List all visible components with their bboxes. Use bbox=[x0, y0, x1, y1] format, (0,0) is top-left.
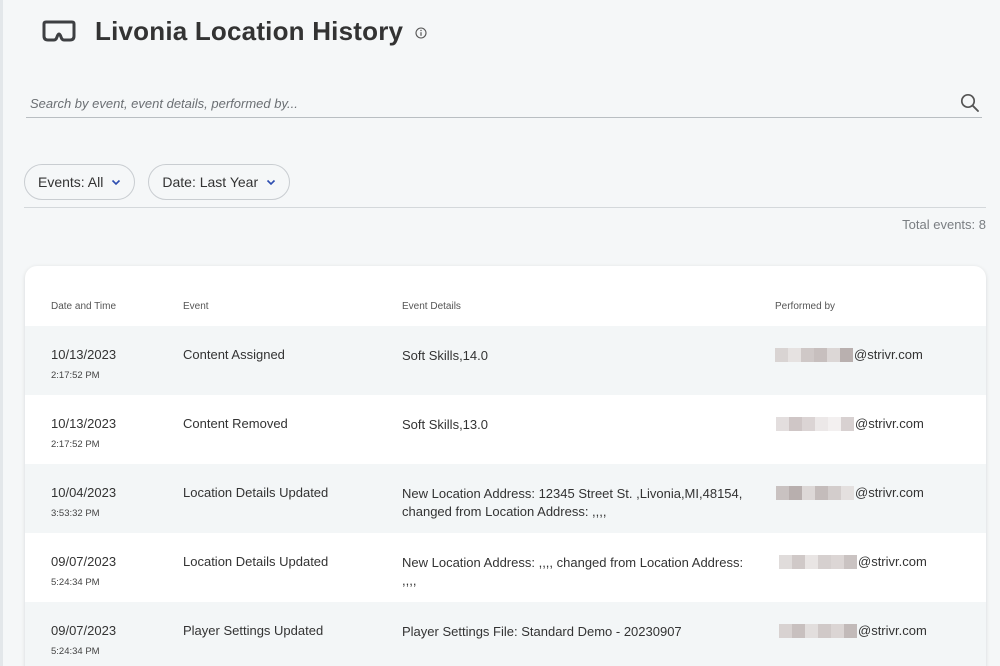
row-performed-by: @strivr.com bbox=[776, 416, 924, 431]
table-header: Date and Time Event Event Details Perfor… bbox=[25, 266, 986, 326]
row-performed-by: @strivr.com bbox=[775, 347, 923, 362]
row-time: 2:17:52 PM bbox=[51, 370, 100, 381]
search-input[interactable] bbox=[26, 90, 946, 117]
column-header-date: Date and Time bbox=[51, 301, 117, 312]
performed-by-email: @strivr.com bbox=[858, 554, 927, 569]
redacted-username bbox=[776, 485, 854, 500]
row-event: Location Details Updated bbox=[183, 485, 329, 500]
page-header: Livonia Location History bbox=[42, 14, 429, 48]
row-event: Content Assigned bbox=[183, 347, 285, 362]
row-time: 2:17:52 PM bbox=[51, 439, 100, 450]
search-icon[interactable] bbox=[960, 93, 980, 113]
redacted-username bbox=[775, 347, 853, 362]
table-row: 09/07/2023 5:24:34 PM Player Settings Up… bbox=[25, 602, 986, 666]
info-icon[interactable] bbox=[415, 26, 429, 40]
divider bbox=[24, 207, 986, 208]
row-date: 10/13/2023 bbox=[51, 416, 117, 431]
performed-by-email: @strivr.com bbox=[855, 485, 924, 500]
row-date: 10/04/2023 bbox=[51, 485, 117, 500]
performed-by-email: @strivr.com bbox=[858, 623, 927, 638]
chevron-down-icon bbox=[266, 179, 276, 186]
history-table: Date and Time Event Event Details Perfor… bbox=[25, 266, 986, 666]
vr-headset-icon bbox=[42, 18, 76, 44]
date-filter-dropdown[interactable]: Date: Last Year bbox=[148, 164, 291, 200]
search-bar bbox=[26, 90, 982, 118]
row-performed-by: @strivr.com bbox=[779, 554, 927, 569]
row-time: 5:24:34 PM bbox=[51, 577, 100, 588]
table-row: 10/13/2023 2:17:52 PM Content Assigned S… bbox=[25, 326, 986, 395]
chevron-down-icon bbox=[111, 179, 121, 186]
row-event-details: New Location Address: ,,,, changed from … bbox=[402, 555, 744, 588]
row-time: 3:53:32 PM bbox=[51, 508, 100, 519]
row-event: Location Details Updated bbox=[183, 554, 329, 569]
left-border bbox=[0, 0, 3, 666]
column-header-performed-by: Performed by bbox=[775, 301, 836, 312]
filter-bar: Events: All Date: Last Year bbox=[24, 164, 291, 200]
table-row: 10/04/2023 3:53:32 PM Location Details U… bbox=[25, 464, 986, 533]
redacted-username bbox=[779, 554, 857, 569]
row-date: 09/07/2023 bbox=[51, 554, 117, 569]
page-title: Livonia Location History bbox=[95, 15, 404, 46]
performed-by-email: @strivr.com bbox=[854, 347, 923, 362]
table-row: 09/07/2023 5:24:34 PM Location Details U… bbox=[25, 533, 986, 602]
row-event-details: New Location Address: 12345 Street St. ,… bbox=[402, 486, 743, 519]
row-date: 09/07/2023 bbox=[51, 623, 117, 638]
row-date: 10/13/2023 bbox=[51, 347, 117, 362]
events-filter-label: Events: All bbox=[38, 174, 104, 190]
events-filter-dropdown[interactable]: Events: All bbox=[24, 164, 136, 200]
row-event-details: Soft Skills,13.0 bbox=[402, 417, 488, 432]
column-header-details: Event Details bbox=[402, 301, 461, 312]
table-row: 10/13/2023 2:17:52 PM Content Removed So… bbox=[25, 395, 986, 464]
row-performed-by: @strivr.com bbox=[779, 623, 927, 638]
row-event-details: Player Settings File: Standard Demo - 20… bbox=[402, 624, 682, 639]
row-event: Player Settings Updated bbox=[183, 623, 324, 638]
row-performed-by: @strivr.com bbox=[776, 485, 924, 500]
redacted-username bbox=[776, 416, 854, 431]
column-header-event: Event bbox=[183, 301, 209, 312]
row-event: Content Removed bbox=[183, 416, 288, 431]
total-events-count: Total events: 8 bbox=[902, 217, 986, 232]
date-filter-label: Date: Last Year bbox=[162, 174, 259, 190]
redacted-username bbox=[779, 623, 857, 638]
row-time: 5:24:34 PM bbox=[51, 646, 100, 657]
performed-by-email: @strivr.com bbox=[855, 416, 924, 431]
row-event-details: Soft Skills,14.0 bbox=[402, 348, 488, 363]
